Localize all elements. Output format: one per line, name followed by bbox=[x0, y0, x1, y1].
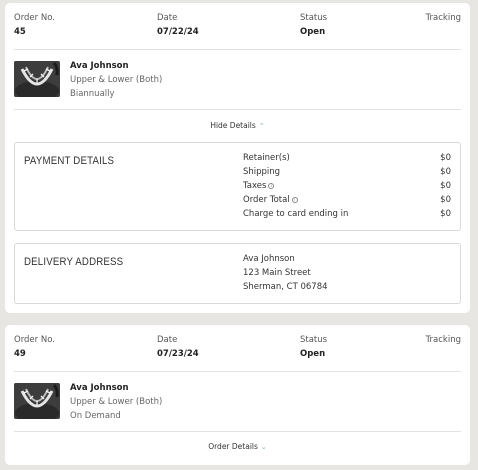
payment-row-amount: $0 bbox=[440, 153, 451, 163]
order-details-toggle[interactable]: Order Details ⌄ bbox=[5, 442, 470, 451]
order-card: Order No. 45 Date 07/22/24 Status Open T… bbox=[5, 3, 470, 313]
payment-details-panel: PAYMENT DETAILS Retainer(s) $0 Shipping … bbox=[14, 142, 461, 231]
info-icon[interactable]: i bbox=[291, 196, 298, 203]
order-header: Order No. 45 Date 07/22/24 Status Open T… bbox=[5, 3, 470, 49]
order-number-label: Order No. bbox=[14, 13, 55, 23]
order-header: Order No. 49 Date 07/23/24 Status Open T… bbox=[5, 325, 470, 371]
delivery-name: Ava Johnson bbox=[243, 254, 295, 264]
toggle-label: Order Details bbox=[208, 442, 258, 451]
payment-row-shipping: Shipping $0 bbox=[243, 167, 451, 179]
payment-row-label: Retainer(s) bbox=[243, 153, 290, 163]
tracking-label: Tracking bbox=[425, 13, 461, 23]
payment-row-retainers: Retainer(s) $0 bbox=[243, 153, 451, 165]
date-value: 07/23/24 bbox=[157, 349, 199, 359]
delivery-address-title: DELIVERY ADDRESS bbox=[24, 256, 124, 268]
payment-row-label: Taxes bbox=[243, 181, 267, 191]
payment-details-title: PAYMENT DETAILS bbox=[24, 155, 115, 167]
patient-name: Ava Johnson bbox=[70, 61, 129, 71]
toggle-label: Hide Details bbox=[210, 121, 256, 130]
retainer-type: Upper & Lower (Both) bbox=[70, 75, 163, 85]
divider bbox=[14, 109, 461, 110]
delivery-street: 123 Main Street bbox=[243, 268, 311, 278]
payment-row-amount: $0 bbox=[440, 209, 451, 219]
order-item: Ava Johnson Upper & Lower (Both) On Dema… bbox=[14, 379, 461, 423]
order-number-value: 45 bbox=[14, 27, 26, 37]
payment-row-label: Order Total bbox=[243, 195, 290, 205]
order-number-value: 49 bbox=[14, 349, 26, 359]
retainer-product-image bbox=[14, 383, 60, 419]
date-label: Date bbox=[157, 13, 178, 23]
status-value: Open bbox=[300, 27, 326, 37]
order-number-label: Order No. bbox=[14, 335, 55, 345]
payment-row-taxes: Taxes i $0 bbox=[243, 181, 451, 193]
order-card: Order No. 49 Date 07/23/24 Status Open T… bbox=[5, 325, 470, 465]
delivery-city: Sherman, CT 06784 bbox=[243, 282, 328, 292]
chevron-down-icon: ⌄ bbox=[260, 443, 267, 451]
divider bbox=[14, 49, 461, 50]
order-frequency: Biannually bbox=[70, 89, 115, 99]
payment-row-label: Shipping bbox=[243, 167, 281, 177]
payment-row-label: Charge to card ending in bbox=[243, 209, 349, 219]
payment-row-amount: $0 bbox=[440, 195, 451, 205]
payment-row-card-charge: Charge to card ending in $0 bbox=[243, 209, 451, 221]
patient-name: Ava Johnson bbox=[70, 383, 129, 393]
divider bbox=[14, 431, 461, 432]
date-label: Date bbox=[157, 335, 178, 345]
retainer-type: Upper & Lower (Both) bbox=[70, 397, 163, 407]
date-value: 07/22/24 bbox=[157, 27, 199, 37]
info-icon[interactable]: i bbox=[268, 182, 275, 189]
order-frequency: On Demand bbox=[70, 411, 121, 421]
status-value: Open bbox=[300, 349, 326, 359]
status-label: Status bbox=[300, 335, 328, 345]
delivery-address-panel: DELIVERY ADDRESS Ava Johnson 123 Main St… bbox=[14, 243, 461, 304]
divider bbox=[14, 371, 461, 372]
order-item: Ava Johnson Upper & Lower (Both) Biannua… bbox=[14, 57, 461, 101]
payment-row-amount: $0 bbox=[440, 181, 451, 191]
chevron-up-icon: ⌃ bbox=[258, 122, 265, 130]
hide-details-toggle[interactable]: Hide Details ⌃ bbox=[5, 121, 470, 130]
tracking-label: Tracking bbox=[425, 335, 461, 345]
payment-row-amount: $0 bbox=[440, 167, 451, 177]
retainer-product-image bbox=[14, 61, 60, 97]
payment-row-order-total: Order Total i $0 bbox=[243, 195, 451, 207]
status-label: Status bbox=[300, 13, 328, 23]
